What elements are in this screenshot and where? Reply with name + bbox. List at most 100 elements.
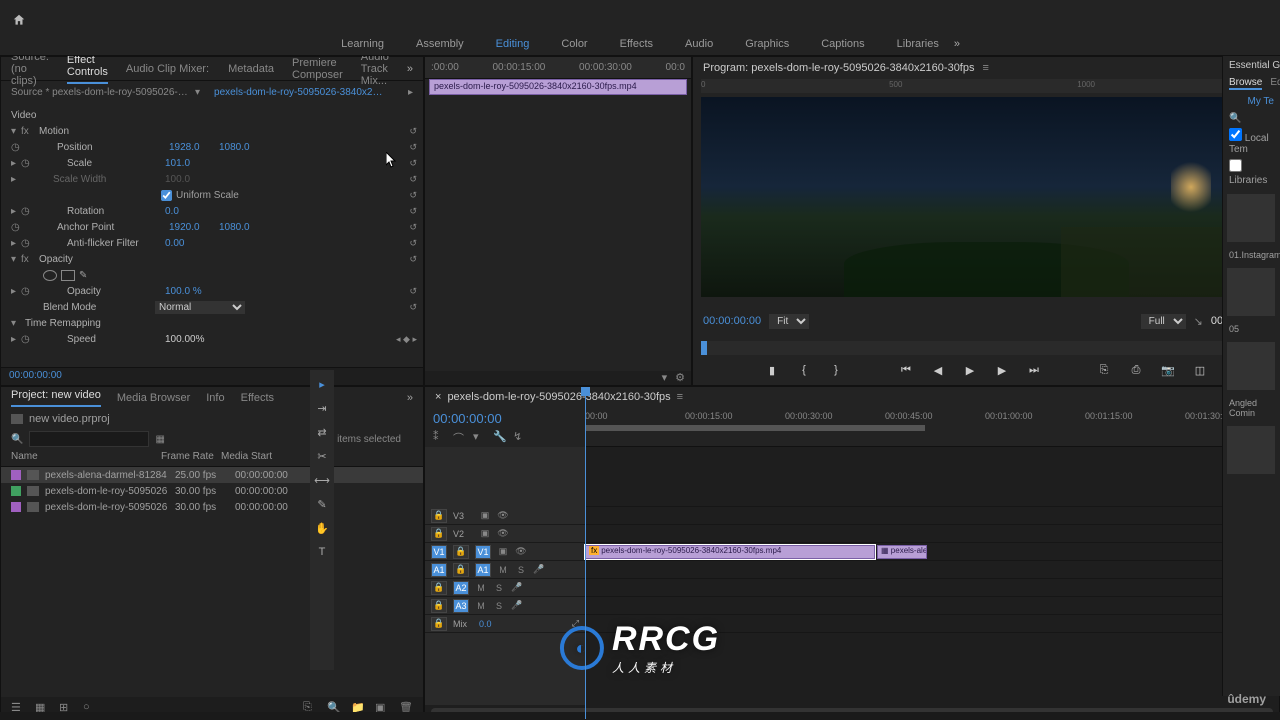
reset-icon[interactable]: ↺ (409, 302, 417, 313)
selection-tool-icon[interactable]: ▸ (314, 376, 330, 392)
blend-mode-select[interactable]: Normal (155, 301, 245, 314)
mix-value[interactable]: 0.0 (479, 619, 491, 629)
taskbar[interactable] (0, 712, 1280, 720)
twisty-icon[interactable]: ▾ (11, 318, 21, 329)
ws-graphics[interactable]: Graphics (745, 38, 789, 50)
reset-icon[interactable]: ↺ (409, 238, 417, 249)
motion-label[interactable]: Motion (35, 126, 165, 137)
reset-icon[interactable]: ↺ (409, 126, 417, 137)
tab-effects[interactable]: Effects (241, 392, 274, 404)
home-icon[interactable] (12, 13, 26, 27)
reset-icon[interactable]: ↺ (409, 206, 417, 217)
rect-mask-icon[interactable] (61, 270, 75, 281)
mark-out-bracket-icon[interactable]: } (829, 363, 843, 377)
solo-button[interactable]: S (515, 565, 527, 575)
panel-menu-icon[interactable]: ≡ (677, 391, 683, 403)
chevron-down-icon[interactable]: ▾ (195, 87, 200, 98)
ec-timecode[interactable]: 00:00:00:00 (1, 367, 423, 385)
play-icon[interactable]: ▶ (963, 363, 977, 377)
ws-libraries[interactable]: Libraries (897, 38, 939, 50)
playhead[interactable] (585, 387, 586, 719)
libraries-checkbox[interactable] (1229, 159, 1242, 172)
antiflicker-value[interactable]: 0.00 (165, 238, 215, 249)
track-lanes[interactable]: fxpexels-dom-le-roy-5095026-3840x2160-30… (585, 447, 1279, 705)
keyframe-stopwatch-icon[interactable]: ◷ (21, 158, 35, 169)
ripple-tool-icon[interactable]: ⇄ (314, 424, 330, 440)
twisty-icon[interactable]: ▸ (11, 238, 21, 249)
uniform-scale-checkbox[interactable] (161, 190, 172, 201)
reset-iciv[interactable]: ↺ (409, 190, 417, 201)
project-item[interactable]: pexels-dom-le-roy-5095026 30.00 fps 00:0… (1, 483, 423, 499)
timeline-clip[interactable]: ▦ pexels-ale (877, 545, 927, 559)
panel-overflow-icon[interactable]: » (407, 63, 413, 75)
snap-icon[interactable]: ⁑ (433, 430, 445, 442)
project-item[interactable]: pexels-dom-le-roy-5095026 30.00 fps 00:0… (1, 499, 423, 515)
tab-metadata[interactable]: Metadata (228, 63, 274, 75)
play-icon[interactable]: ▸ (408, 87, 413, 98)
rotation-value[interactable]: 0.0 (165, 206, 215, 217)
reset-icon[interactable]: ↺ (409, 254, 417, 265)
tab-project[interactable]: Project: new video (11, 389, 101, 407)
extract-icon[interactable]: ⎙ (1129, 363, 1143, 377)
template-thumb[interactable] (1227, 426, 1275, 474)
razor-tool-icon[interactable]: ✂ (314, 448, 330, 464)
twisty-icon[interactable]: ▾ (11, 126, 21, 137)
pen-tool-icon[interactable]: ✎ (314, 496, 330, 512)
position-y[interactable]: 1080.0 (219, 142, 269, 153)
track-lock-icon[interactable]: 🔒 (453, 545, 469, 559)
track-a1-target[interactable]: A1 (475, 563, 491, 577)
source-patch-v1[interactable]: V1 (431, 545, 447, 559)
step-back-icon[interactable]: ◀ (931, 363, 945, 377)
tab-audio-clip-mixer[interactable]: Audio Clip Mixer: pexels-dom-le-roy-5095… (126, 63, 210, 75)
reset-icon[interactable]: ↺ (409, 142, 417, 153)
search-icon[interactable]: 🔍 (11, 434, 23, 445)
ec-mini-clip[interactable]: pexels-dom-le-roy-5095026-3840x2160-30fp… (429, 79, 687, 95)
type-tool-icon[interactable]: T (314, 544, 330, 560)
lift-icon[interactable]: ⎘ (1097, 363, 1111, 377)
eye-icon[interactable]: 👁 (515, 546, 527, 557)
twisty-icon[interactable]: ▸ (11, 286, 21, 297)
ellipse-mask-icon[interactable] (43, 270, 57, 281)
ws-learning[interactable]: Learning (341, 38, 384, 50)
fit-select[interactable]: Fit (769, 314, 809, 329)
anchor-y[interactable]: 1080.0 (219, 222, 269, 233)
keyframe-stopwatch-icon[interactable]: ◷ (11, 222, 25, 233)
twisty-icon[interactable]: ▸ (11, 334, 21, 345)
keyframe-stopwatch-icon[interactable]: ◷ (21, 286, 35, 297)
bin-filter-icon[interactable]: ▦ (155, 434, 164, 445)
track-lock-icon[interactable]: 🔒 (431, 581, 447, 595)
reset-icon[interactable]: ↺ (409, 158, 417, 169)
col-media-start[interactable]: Media Start (221, 451, 291, 464)
eye-icon[interactable]: 👁 (497, 510, 509, 521)
tab-premiere-composer[interactable]: Premiere Composer (292, 57, 343, 81)
search-input[interactable] (29, 431, 149, 447)
scale-value[interactable]: 101.0 (165, 158, 215, 169)
template-thumb[interactable] (1227, 194, 1275, 242)
source-patch-a1[interactable]: A1 (431, 563, 447, 577)
track-toggle-icon[interactable]: ▣ (479, 510, 491, 521)
export-frame-icon[interactable]: 📷 (1161, 363, 1175, 377)
slip-tool-icon[interactable]: ⟷ (314, 472, 330, 488)
mark-in-bracket-icon[interactable]: { (797, 363, 811, 377)
pen-mask-icon[interactable]: ✎ (79, 270, 93, 281)
voice-icon[interactable]: 🎤 (511, 600, 523, 611)
program-ruler[interactable]: 0 500 1000 1500 (701, 79, 1271, 93)
track-v1-target[interactable]: V1 (475, 545, 491, 559)
solo-button[interactable]: S (493, 583, 505, 593)
program-viewport[interactable] (701, 97, 1271, 297)
track-toggle-icon[interactable]: ▣ (479, 528, 491, 539)
template-thumb[interactable] (1227, 342, 1275, 390)
track-v3-label[interactable]: V3 (453, 511, 473, 521)
settings-icon[interactable]: ↘ (1194, 315, 1203, 328)
voice-icon[interactable]: 🎤 (511, 582, 523, 593)
sequence-name[interactable]: pexels-dom-le-roy-5095026-3840x2160-30fp… (447, 391, 670, 403)
program-scrubber[interactable] (701, 341, 1271, 355)
track-lock-icon[interactable]: 🔒 (453, 563, 469, 577)
twisty-icon[interactable]: ▸ (11, 206, 21, 217)
speed-value[interactable]: 100.00% (165, 334, 204, 345)
wrench-icon[interactable]: ⚙ (675, 371, 685, 385)
keyframe-nav-icon[interactable]: ◂ ◆ ▸ (396, 334, 417, 345)
ws-overflow-icon[interactable]: » (954, 38, 960, 50)
marker-icon[interactable]: ▾ (473, 430, 485, 442)
project-item[interactable]: pexels-alena-darmel-81284 25.00 fps 00:0… (1, 467, 423, 483)
